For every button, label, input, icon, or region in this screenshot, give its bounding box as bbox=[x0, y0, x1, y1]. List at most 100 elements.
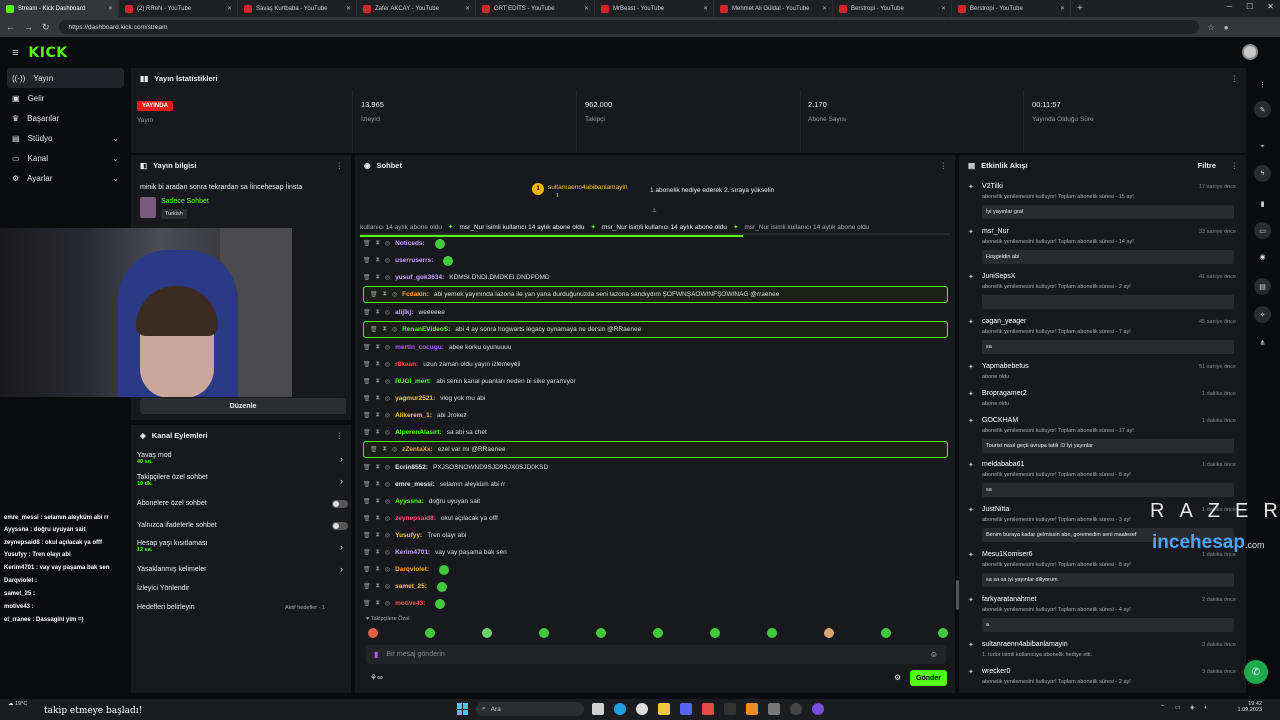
event-username[interactable]: JuniSepsX bbox=[982, 273, 1015, 280]
edit-button[interactable]: Düzenle bbox=[140, 398, 346, 414]
filter-button[interactable]: Filtre bbox=[1198, 161, 1216, 170]
event-username[interactable]: cagan_yeager bbox=[982, 318, 1026, 325]
event-username[interactable]: Yapmabebetus bbox=[982, 363, 1029, 370]
broadcast-icon[interactable]: ◉ bbox=[1254, 248, 1271, 265]
chat-username[interactable]: samet_25: bbox=[395, 583, 427, 590]
more-icon[interactable]: ⋮ bbox=[1231, 161, 1239, 170]
chat-username[interactable]: r8kaan: bbox=[395, 361, 418, 368]
delete-icon[interactable]: 🗑 bbox=[363, 240, 371, 247]
more-icon[interactable]: ⋮ bbox=[1231, 74, 1239, 83]
event-username[interactable]: GOCKHAM bbox=[982, 417, 1018, 424]
menu-icon[interactable]: ≡ bbox=[12, 47, 18, 59]
timeout-icon[interactable]: ⧗ bbox=[376, 549, 380, 556]
chat-message[interactable]: 🗑 ⧗ ◎ userruserrs: bbox=[363, 252, 948, 269]
emote-icon[interactable] bbox=[767, 628, 777, 638]
event-username[interactable]: JustNitta bbox=[982, 506, 1009, 513]
action-followers-only[interactable]: Takipçilere özel sohbet 10 dk. bbox=[137, 474, 208, 487]
close-tab-icon[interactable]: ✕ bbox=[346, 5, 351, 12]
pin-icon[interactable]: ⌖ bbox=[1254, 138, 1271, 155]
chat-message[interactable]: 🗑 ⧗ ◎ motive43: bbox=[363, 595, 948, 612]
emote-icon[interactable] bbox=[596, 628, 606, 638]
kick-logo[interactable]: KICK bbox=[28, 45, 67, 61]
help-button[interactable]: ✆ bbox=[1244, 660, 1268, 684]
emote-icon[interactable] bbox=[539, 628, 549, 638]
chat-message[interactable]: 🗑 ⧗ ◎ Yusufyy: Tren olayı abi bbox=[363, 527, 948, 544]
pinned-user[interactable]: sultanraenn4abibanlamayin bbox=[548, 184, 628, 191]
timeout-icon[interactable]: ⧗ bbox=[376, 566, 380, 573]
sidebar-item-studyo[interactable]: ▤ Stüdyo ⌄ bbox=[0, 128, 131, 148]
chat-username[interactable]: Fcdakin: bbox=[402, 291, 429, 298]
chat-username[interactable]: yagmur2521: bbox=[395, 395, 435, 402]
action-slow-mode[interactable]: Yavaş mod 40 sn. bbox=[137, 452, 172, 465]
chrome-icon[interactable] bbox=[636, 703, 648, 715]
chat-message[interactable]: 🗑 ⧗ ◎ Fcdakin: abi yemek yayınında lazona il… bbox=[363, 286, 948, 303]
discord-icon[interactable] bbox=[680, 703, 692, 715]
emote-only-toggle[interactable] bbox=[332, 522, 348, 530]
browser-tab[interactable]: Stream - Kick Dashboard ✕ bbox=[0, 0, 119, 17]
forward-icon[interactable]: → bbox=[24, 22, 33, 32]
weather-widget[interactable]: ☁ 19°C bbox=[8, 701, 27, 707]
chat-message[interactable]: 🗑 ⧗ ◎ zZentaXx: ezel var mı @RRaenee bbox=[363, 441, 948, 458]
profile-icon[interactable]: ● bbox=[1224, 23, 1229, 32]
close-tab-icon[interactable]: ✕ bbox=[703, 5, 708, 12]
chat-username[interactable]: RenanEVideoS: bbox=[402, 326, 450, 333]
app-icon[interactable] bbox=[768, 703, 780, 715]
close-tab-icon[interactable]: ✕ bbox=[227, 5, 232, 12]
timeout-icon[interactable]: ⧗ bbox=[376, 309, 380, 316]
chevron-right-icon[interactable]: › bbox=[340, 564, 343, 574]
chat-message[interactable]: 🗑 ⧗ ◎ Ayyssna: doğru uyuyan sait bbox=[363, 493, 948, 510]
chat-message[interactable]: 🗑 ⧗ ◎ yusuf_gok3634: KDMSI.DNDI.DMDKEI.DNDPD… bbox=[363, 269, 948, 286]
event-username[interactable]: sultanraenn4abibanlamayin bbox=[982, 641, 1068, 648]
subs-only-toggle[interactable] bbox=[332, 500, 348, 508]
maximize-icon[interactable]: ☐ bbox=[1246, 2, 1253, 11]
chat-username[interactable]: Ecrin8552: bbox=[395, 464, 428, 471]
action-account-age[interactable]: Hesap yaşı kısıtlaması 12 sa. bbox=[137, 540, 207, 553]
sidebar-item-basarilar[interactable]: ♛ Başarılar bbox=[0, 108, 131, 128]
share-icon[interactable]: ⋔ bbox=[1254, 334, 1271, 351]
chat-username[interactable]: Kerim4701: bbox=[395, 549, 430, 556]
delete-icon[interactable]: 🗑 bbox=[370, 291, 378, 298]
close-tab-icon[interactable]: ✕ bbox=[941, 5, 946, 12]
chat-message[interactable]: 🗑 ⧗ ◎ emre_messi: selamın aleyküm abi rr bbox=[363, 476, 948, 493]
delete-icon[interactable]: 🗑 bbox=[370, 446, 378, 453]
emote-icon[interactable] bbox=[482, 628, 492, 638]
category-link[interactable]: Sadece Sohbet bbox=[161, 198, 209, 205]
file-explorer-icon[interactable] bbox=[592, 703, 604, 715]
emote-icon[interactable] bbox=[368, 628, 378, 638]
timeout-icon[interactable]: ⧗ bbox=[376, 257, 380, 264]
avatar[interactable] bbox=[1242, 44, 1258, 60]
more-icon[interactable]: ⋮ bbox=[940, 161, 948, 170]
chat-username[interactable]: emre_messi: bbox=[395, 481, 435, 488]
chevron-right-icon[interactable]: › bbox=[340, 454, 343, 464]
minimize-icon[interactable]: ─ bbox=[1226, 2, 1232, 11]
collapse-icon[interactable]: ⩡ bbox=[652, 206, 657, 216]
chat-username[interactable]: Yusufyy: bbox=[395, 532, 422, 539]
timeout-icon[interactable]: ⧗ bbox=[383, 291, 387, 298]
chat-message[interactable]: 🗑 ⧗ ◎ Darqviolet: bbox=[363, 561, 948, 578]
timeout-icon[interactable]: ⧗ bbox=[376, 344, 380, 351]
sidebar-item-gelir[interactable]: ▣ Gelir bbox=[0, 88, 131, 108]
chat-message[interactable]: 🗑 ⧗ ◎ Ecrin8552: PXJSOSNOWND9SJD9SJX0SJD0KSD bbox=[363, 459, 948, 476]
delete-icon[interactable]: 🗑 bbox=[363, 274, 371, 281]
clock[interactable]: 19:42 1.09.2023 bbox=[1226, 701, 1262, 713]
delete-icon[interactable]: 🗑 bbox=[363, 600, 371, 607]
event-username[interactable]: V2Tilki bbox=[982, 183, 1003, 190]
new-tab-icon[interactable]: + bbox=[1077, 3, 1083, 14]
edit-icon[interactable]: ✎ bbox=[1254, 101, 1271, 118]
sidebar-item-ayarlar[interactable]: ⚙ Ayarlar ⌄ bbox=[0, 168, 131, 188]
chat-message[interactable]: 🗑 ⧗ ◎ Alikerem_1: abi Jrokez bbox=[363, 407, 948, 424]
emote-icon[interactable] bbox=[710, 628, 720, 638]
event-username[interactable]: farkyaratanahmet bbox=[982, 596, 1036, 603]
bookmark-star-icon[interactable]: ☆ bbox=[1208, 23, 1215, 32]
delete-icon[interactable]: 🗑 bbox=[363, 361, 371, 368]
chat-username[interactable]: userruserrs: bbox=[395, 257, 433, 264]
timeout-icon[interactable]: ⧗ bbox=[376, 481, 380, 488]
chat-username[interactable]: zZentaXx: bbox=[402, 446, 433, 453]
delete-icon[interactable]: 🗑 bbox=[363, 566, 371, 573]
chat-username[interactable]: RUGI_mert: bbox=[395, 378, 431, 385]
wrench-icon[interactable]: ✧ bbox=[1254, 306, 1271, 323]
sidebar-item-kanal[interactable]: ▭ Kanal ⌄ bbox=[0, 148, 131, 168]
delete-icon[interactable]: 🗑 bbox=[363, 549, 371, 556]
chat-bubble-icon[interactable]: ▭ bbox=[1254, 222, 1271, 239]
browser-tab[interactable]: GRT EDİTS - YouTube ✕ bbox=[476, 0, 595, 17]
